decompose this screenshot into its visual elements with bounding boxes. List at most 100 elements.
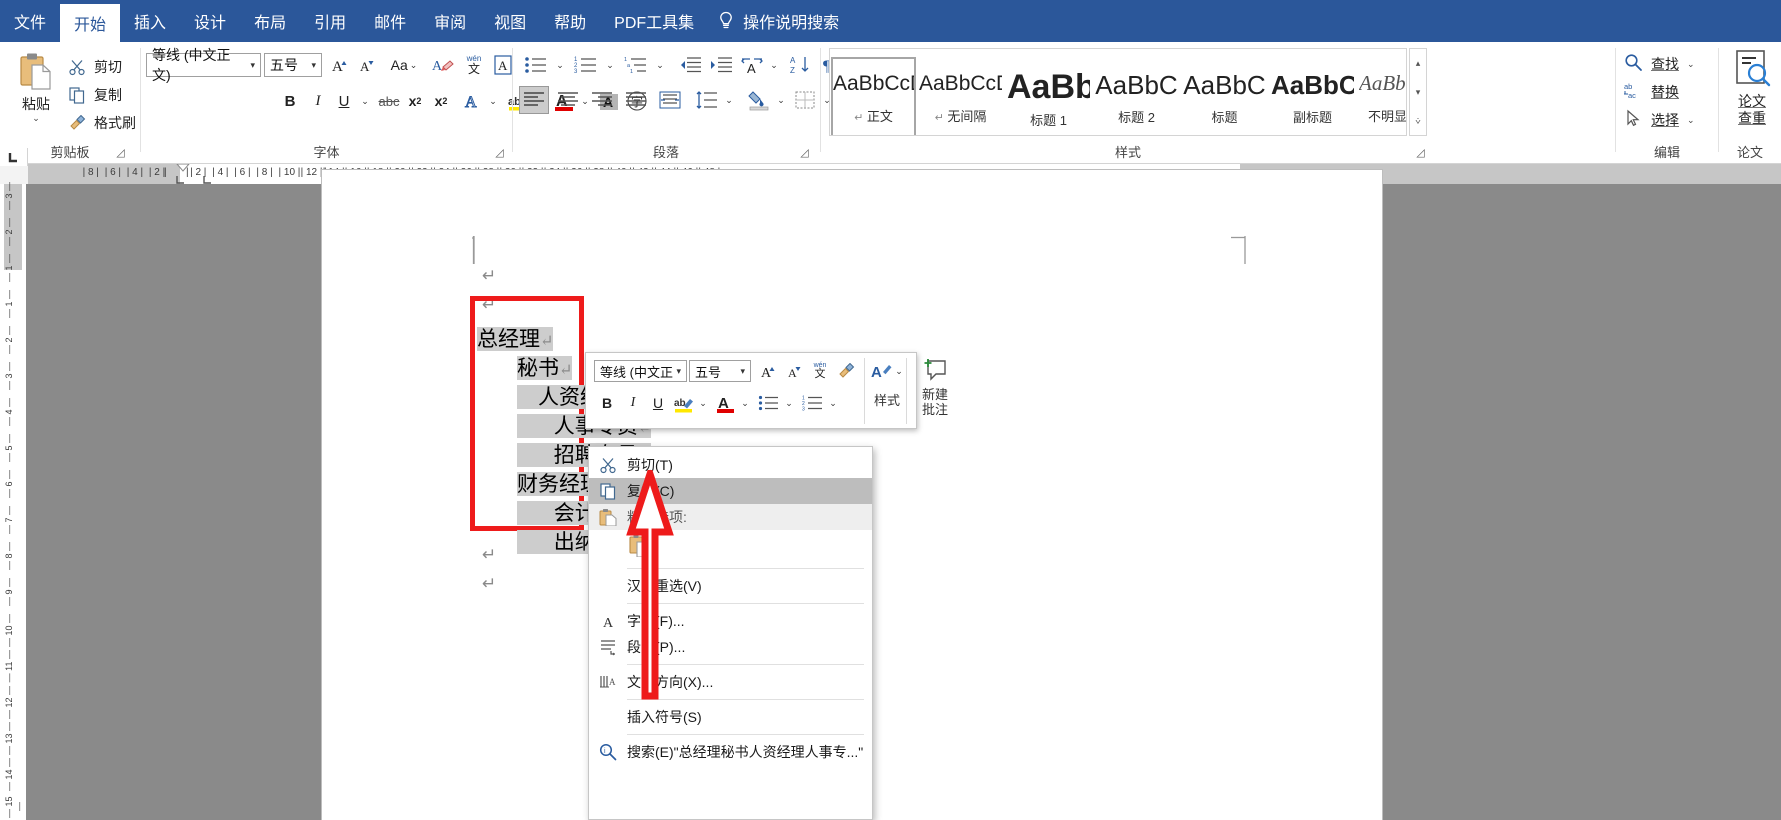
- mini-bullet-list-button[interactable]: [756, 391, 782, 415]
- mini-font-size-box[interactable]: 五号 ▾: [689, 360, 751, 382]
- mini-shrink-font-button[interactable]: A: [782, 360, 806, 382]
- doc-line-2[interactable]: 秘书↵: [517, 352, 573, 382]
- style-item-no-spacing[interactable]: AaBbCcDc ↵ 无间隔: [918, 57, 1003, 135]
- mini-new-comment-button[interactable]: 新建 批注: [910, 358, 960, 417]
- style-item-normal[interactable]: AaBbCcDc ↵ 正文: [831, 57, 916, 135]
- tell-me-box[interactable]: 操作说明搜索: [718, 0, 839, 42]
- multilevel-list-button[interactable]: 1a1: [621, 53, 651, 77]
- paper-check-button[interactable]: 论文 查重: [1719, 48, 1781, 127]
- context-menu-item-reselect-hanzi[interactable]: 汉字重选(V): [589, 573, 872, 599]
- mini-font-name-box[interactable]: 等线 (中文正 ▾: [594, 360, 687, 382]
- align-center-button[interactable]: [553, 86, 583, 114]
- mini-styles-label[interactable]: 样式: [869, 393, 905, 408]
- subscript-button[interactable]: x2: [404, 88, 426, 114]
- chevron-down-icon[interactable]: ▾: [247, 60, 258, 71]
- replace-button[interactable]: ab ac 替换: [1624, 78, 1679, 106]
- underline-button[interactable]: U: [333, 88, 355, 114]
- copy-button[interactable]: 复制: [68, 82, 122, 108]
- mini-bold-button[interactable]: B: [596, 391, 618, 415]
- mini-underline-button[interactable]: U: [647, 391, 669, 415]
- mini-phonetic-guide-button[interactable]: wén 文: [808, 360, 832, 382]
- vertical-ruler[interactable]: — 3 — — 2 — — 1 — — 1 — — 2 — — 3 — — 4 — — 5 —…: [0, 182, 26, 820]
- styles-gallery[interactable]: AaBbCcDc ↵ 正文 AaBbCcDc ↵ 无间隔 AaBb 标题 1 A…: [829, 48, 1407, 136]
- asian-layout-dropdown[interactable]: ⌄: [766, 53, 780, 77]
- context-menu-item-paragraph[interactable]: 段落(P)...: [589, 634, 872, 660]
- menu-item-insert[interactable]: 插入: [120, 0, 180, 42]
- menu-item-review[interactable]: 审阅: [420, 0, 480, 42]
- menu-item-design[interactable]: 设计: [180, 0, 240, 42]
- shrink-font-button[interactable]: A: [354, 53, 378, 77]
- style-item-heading-1[interactable]: AaBb 标题 1: [1006, 57, 1091, 135]
- justify-button[interactable]: [621, 86, 651, 114]
- text-effects-button[interactable]: A: [461, 88, 485, 114]
- select-button[interactable]: 选择 ⌄: [1624, 106, 1695, 134]
- styles-dialog-launcher[interactable]: ◿: [1414, 147, 1427, 160]
- mini-numbered-list-button[interactable]: 123: [800, 391, 826, 415]
- paste-button[interactable]: 粘贴 ⌄: [8, 50, 64, 136]
- context-menu-item-cut[interactable]: 剪切(T): [589, 452, 872, 478]
- menu-item-pdf-tools[interactable]: PDF工具集: [600, 0, 708, 42]
- menu-item-mailings[interactable]: 邮件: [360, 0, 420, 42]
- mini-font-color-dropdown[interactable]: ⌄: [738, 391, 750, 415]
- menu-item-layout[interactable]: 布局: [240, 0, 300, 42]
- style-item-title[interactable]: AaBbC 标题: [1182, 57, 1267, 135]
- chevron-down-icon[interactable]: ⌄: [1687, 115, 1695, 126]
- scroll-up-icon[interactable]: ▴: [1416, 49, 1421, 77]
- superscript-button[interactable]: x2: [430, 88, 452, 114]
- bullet-list-dropdown[interactable]: ⌄: [552, 53, 566, 77]
- mini-numbered-dropdown[interactable]: ⌄: [826, 391, 838, 415]
- chevron-down-icon[interactable]: ▾: [308, 60, 319, 71]
- paste-option-buttons-row[interactable]: [589, 530, 872, 564]
- numbered-list-dropdown[interactable]: ⌄: [602, 53, 616, 77]
- chevron-down-icon[interactable]: ▾: [673, 366, 684, 377]
- context-menu-item-font[interactable]: A 字体(F)...: [589, 608, 872, 634]
- styles-gallery-scrollbar[interactable]: ▴ ▾ ⩒: [1409, 48, 1427, 136]
- decrease-indent-button[interactable]: [676, 53, 704, 77]
- align-left-button[interactable]: [519, 86, 549, 114]
- tab-selector[interactable]: [0, 148, 28, 166]
- paragraph-shading-button[interactable]: [745, 86, 773, 114]
- context-menu-item-insert-symbol[interactable]: 插入符号(S): [589, 704, 872, 730]
- paste-keep-source-icon[interactable]: [629, 533, 651, 562]
- doc-line-1[interactable]: 总经理↵: [477, 323, 554, 353]
- menu-item-view[interactable]: 视图: [480, 0, 540, 42]
- line-spacing-button[interactable]: [693, 86, 721, 114]
- context-menu-item-text-direction[interactable]: A 文字方向(X)...: [589, 669, 872, 695]
- clear-formatting-button[interactable]: A: [430, 53, 456, 77]
- phonetic-guide-button[interactable]: wén 文: [461, 53, 487, 77]
- sort-button[interactable]: AZ: [787, 53, 815, 77]
- more-styles-icon[interactable]: ⩒: [1415, 107, 1420, 135]
- text-effects-dropdown[interactable]: ⌄: [485, 88, 499, 114]
- context-menu-item-copy[interactable]: 复制(C): [589, 478, 872, 504]
- menu-item-references[interactable]: 引用: [300, 0, 360, 42]
- menu-item-file[interactable]: 文件: [0, 0, 60, 42]
- font-size-box[interactable]: 五号 ▾: [264, 53, 322, 77]
- mini-font-color-button[interactable]: A: [714, 391, 738, 415]
- cut-button[interactable]: 剪切: [68, 54, 122, 80]
- numbered-list-button[interactable]: 123: [571, 53, 601, 77]
- paragraph-shading-dropdown[interactable]: ⌄: [773, 86, 787, 114]
- underline-dropdown[interactable]: ⌄: [357, 88, 371, 114]
- mini-bullet-dropdown[interactable]: ⌄: [782, 391, 794, 415]
- menu-item-home[interactable]: 开始: [60, 4, 121, 42]
- grow-font-button[interactable]: A: [327, 53, 351, 77]
- format-painter-button[interactable]: 格式刷: [68, 110, 136, 136]
- strikethrough-button[interactable]: abc: [377, 88, 401, 114]
- scroll-down-icon[interactable]: ▾: [1416, 78, 1421, 106]
- mini-grow-font-button[interactable]: A: [756, 360, 780, 382]
- line-spacing-dropdown[interactable]: ⌄: [721, 86, 735, 114]
- chevron-down-icon[interactable]: ▾: [737, 366, 748, 377]
- paragraph-dialog-launcher[interactable]: ◿: [798, 147, 811, 160]
- mini-text-effects-dropdown[interactable]: ⌄: [892, 360, 904, 382]
- style-item-subtle-emphasis[interactable]: AaBbCcDc 不明显强调: [1358, 57, 1406, 135]
- find-button[interactable]: 查找 ⌄: [1624, 50, 1695, 78]
- borders-button[interactable]: [791, 86, 819, 114]
- mini-highlight-dropdown[interactable]: ⌄: [696, 391, 708, 415]
- context-menu-item-smart-lookup[interactable]: i 搜索(E)"总经理秘书人资经理人事专...": [589, 739, 872, 765]
- bullet-list-button[interactable]: [521, 53, 551, 77]
- mini-toolbar[interactable]: 等线 (中文正 ▾ 五号 ▾ A A wén 文 A ⌄ 新建 批注 B I U…: [585, 352, 948, 429]
- increase-indent-button[interactable]: [707, 53, 735, 77]
- font-dialog-launcher[interactable]: ◿: [493, 147, 506, 160]
- chevron-down-icon[interactable]: ⌄: [1687, 59, 1695, 70]
- italic-button[interactable]: I: [306, 88, 330, 114]
